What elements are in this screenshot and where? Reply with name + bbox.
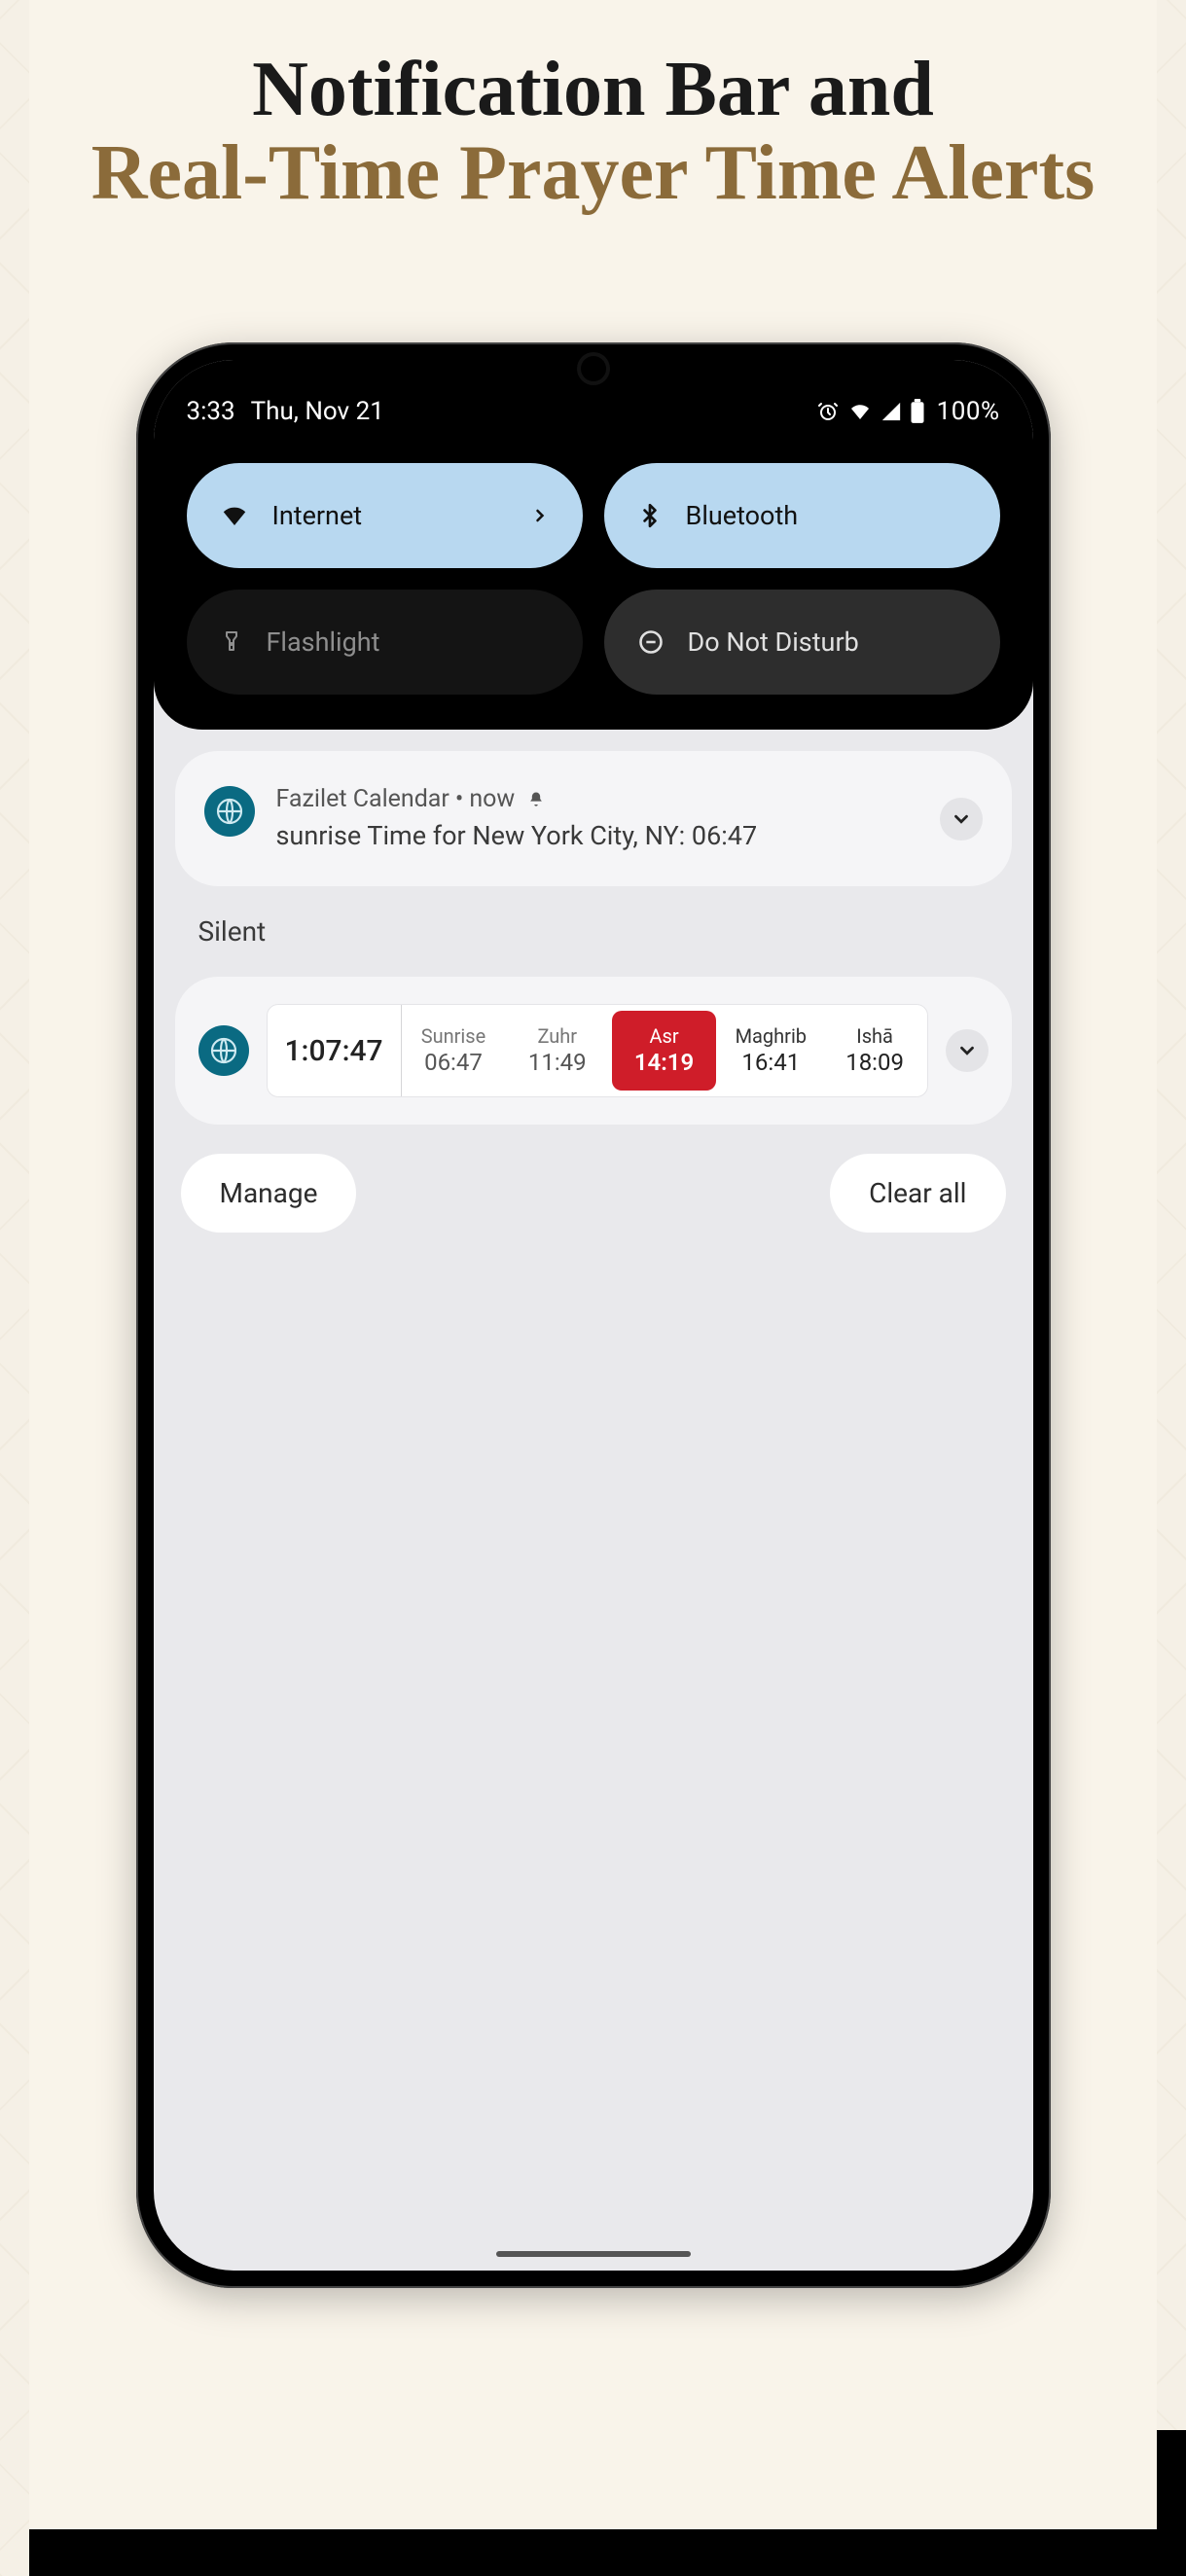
prayer-col-asr: Asr 14:19 [612, 1011, 716, 1091]
prayer-col-zuhr: Zuhr 11:49 [505, 1005, 609, 1096]
qs-bluetooth-label: Bluetooth [686, 500, 799, 531]
camera-notch [577, 352, 610, 385]
title-line-2: Real-Time Prayer Time Alerts [68, 130, 1118, 216]
alarm-icon [816, 400, 840, 423]
prayer-time: 16:41 [741, 1050, 800, 1075]
notification-card[interactable]: Fazilet Calendar•now sunrise Time for Ne… [175, 751, 1012, 886]
bluetooth-icon [637, 501, 663, 530]
qs-dnd-label: Do Not Disturb [688, 626, 859, 658]
flashlight-icon [220, 627, 243, 657]
signal-icon [881, 401, 902, 422]
qs-flashlight-label: Flashlight [267, 626, 380, 658]
wifi-filled-icon [220, 501, 249, 530]
prayer-col-sunrise: Sunrise 06:47 [402, 1005, 506, 1096]
status-date: Thu, Nov 21 [251, 397, 384, 426]
promo-card: Notification Bar and Real-Time Prayer Ti… [29, 0, 1157, 2529]
prayer-time: 18:09 [845, 1050, 904, 1075]
qs-flashlight-tile[interactable]: Flashlight [187, 590, 583, 695]
countdown-timer: 1:07:47 [268, 1005, 402, 1096]
expand-button[interactable] [946, 1029, 988, 1072]
shade-footer: Manage Clear all [175, 1148, 1012, 1233]
wifi-icon [847, 400, 873, 423]
prayer-name: Ishā [856, 1026, 893, 1046]
prayer-col-maghrib: Maghrib 16:41 [719, 1005, 823, 1096]
manage-button[interactable]: Manage [181, 1154, 357, 1233]
status-bar: 3:33 Thu, Nov 21 [187, 397, 1000, 426]
home-indicator[interactable] [496, 2251, 691, 2257]
phone-frame: 3:33 Thu, Nov 21 [136, 342, 1051, 2288]
battery-percent: 100% [937, 397, 1000, 426]
phone-mockup: 3:33 Thu, Nov 21 [136, 342, 1051, 2288]
prayer-time: 14:19 [634, 1050, 694, 1075]
status-time: 3:33 [187, 397, 235, 426]
prayer-time: 06:47 [424, 1050, 483, 1075]
qs-internet-label: Internet [272, 500, 363, 531]
prayer-name: Maghrib [736, 1026, 807, 1046]
phone-screen: 3:33 Thu, Nov 21 [154, 360, 1033, 2271]
qs-internet-tile[interactable]: Internet [187, 463, 583, 568]
quick-settings-panel: 3:33 Thu, Nov 21 [154, 360, 1033, 730]
bell-icon [526, 790, 546, 809]
prayer-name: Zuhr [537, 1026, 577, 1046]
title-block: Notification Bar and Real-Time Prayer Ti… [29, 0, 1157, 255]
silent-section-label: Silent [175, 910, 1012, 953]
prayer-name: Sunrise [421, 1026, 486, 1046]
notification-text: Fazilet Calendar•now sunrise Time for Ne… [276, 782, 918, 855]
app-icon [198, 1025, 249, 1076]
app-icon [204, 786, 255, 837]
notif-app-name: Fazilet Calendar [276, 785, 449, 813]
notif-body: sunrise Time for New York City, NY: 06:4… [276, 817, 918, 855]
title-line-1: Notification Bar and [68, 49, 1118, 130]
clear-all-button[interactable]: Clear all [830, 1154, 1005, 1233]
qs-bluetooth-tile[interactable]: Bluetooth [604, 463, 1000, 568]
prayer-name: Asr [649, 1026, 678, 1046]
battery-icon [910, 399, 925, 424]
prayer-widget-card[interactable]: 1:07:47 Sunrise 06:47 Zuhr 11:49 Asr 14:19 Mag… [175, 977, 1012, 1125]
chevron-right-icon [530, 506, 550, 525]
prayer-time: 11:49 [528, 1050, 587, 1075]
prayer-col-ishā: Ishā 18:09 [823, 1005, 927, 1096]
dnd-icon [637, 628, 665, 656]
prayer-times-table: 1:07:47 Sunrise 06:47 Zuhr 11:49 Asr 14:19 Mag… [267, 1004, 928, 1097]
expand-button[interactable] [940, 798, 983, 841]
notif-when: now [469, 785, 515, 813]
notification-shade: Fazilet Calendar•now sunrise Time for Ne… [154, 730, 1033, 2271]
qs-dnd-tile[interactable]: Do Not Disturb [604, 590, 1000, 695]
